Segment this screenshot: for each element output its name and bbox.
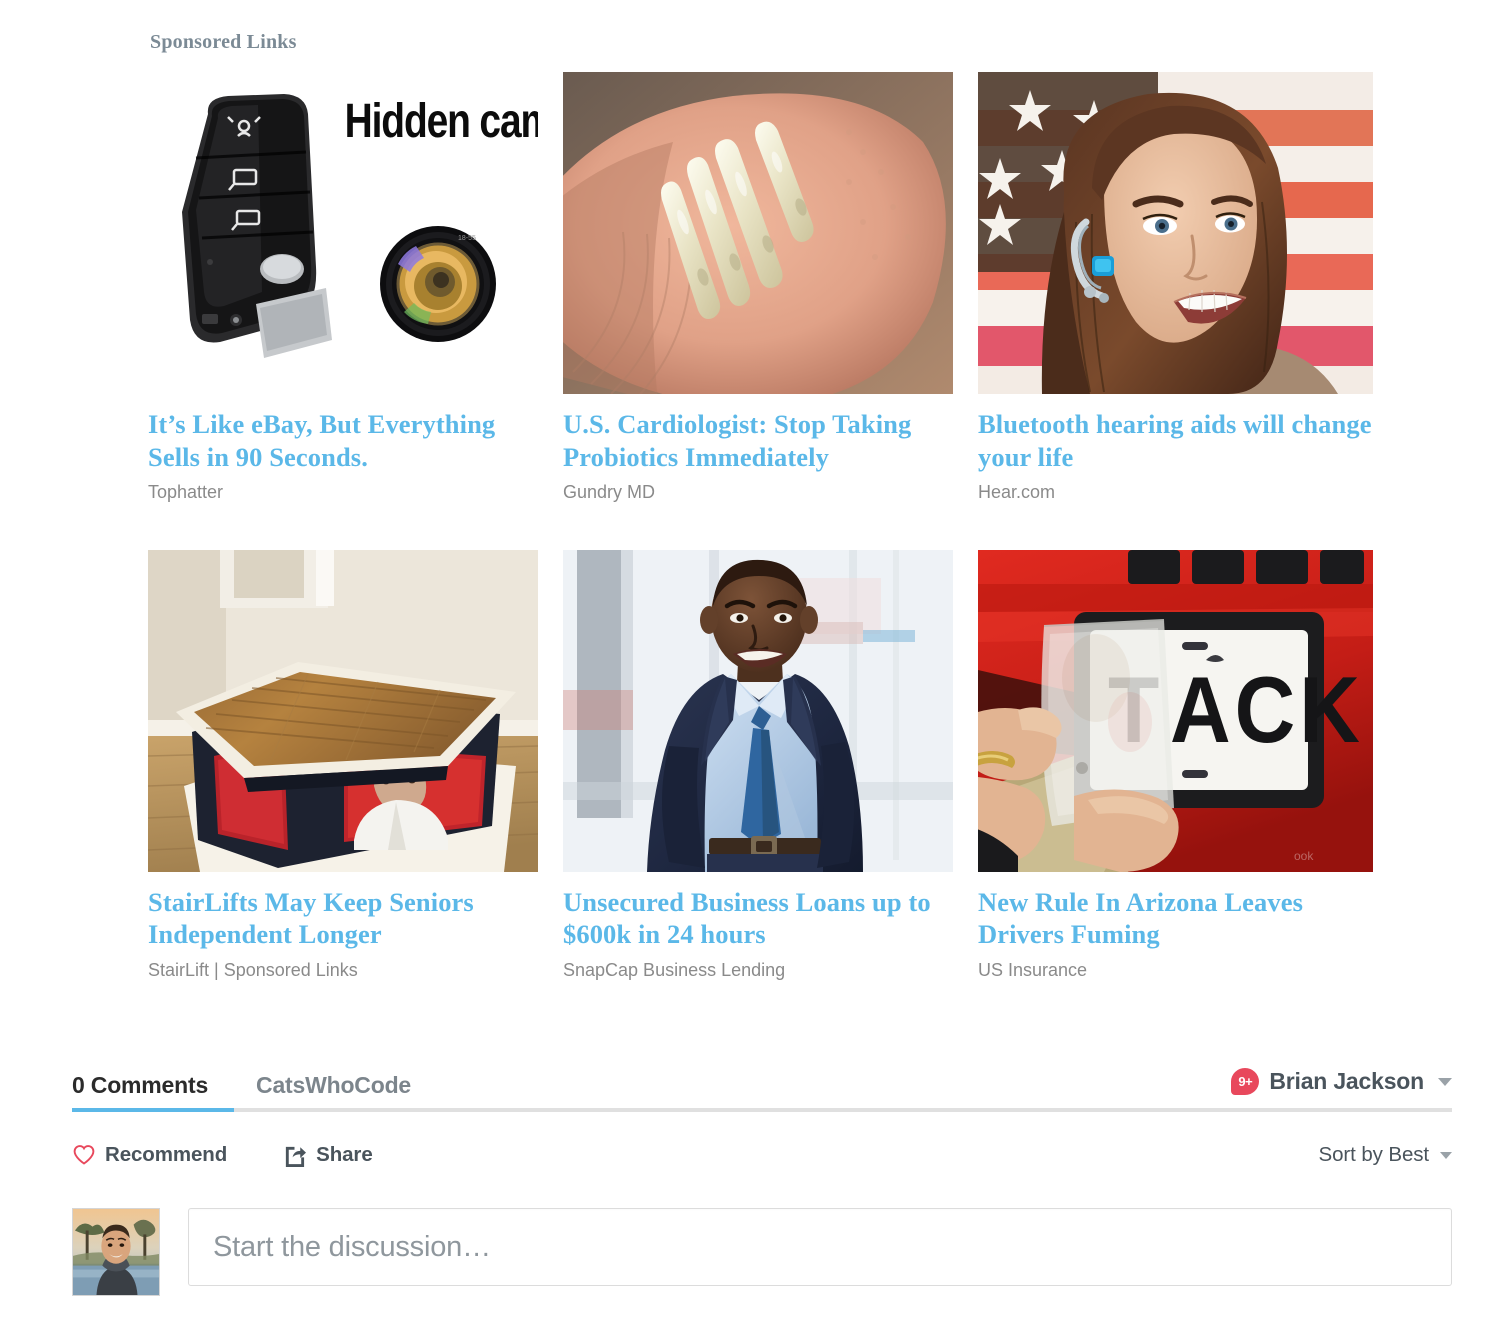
- license-plate-photo: T ACK: [978, 549, 1373, 872]
- ad-thumbnail-license-plate: T ACK: [978, 549, 1373, 872]
- avatar-photo: [73, 1209, 159, 1295]
- ad-title: Unsecured Business Loans up to $600k in …: [563, 886, 931, 950]
- chevron-down-icon: [1440, 1151, 1452, 1159]
- ad-thumbnail-stairlift: [148, 549, 538, 872]
- disqus-tab-bar: 0 Comments CatsWhoCode 9+ Brian Jackson: [72, 1050, 1452, 1112]
- sponsored-ad-card[interactable]: U.S. Cardiologist: Stop Taking Probiotic…: [563, 72, 953, 504]
- businessman-photo: [563, 549, 953, 872]
- ad-brand: US Insurance: [978, 959, 1088, 980]
- ad-thumbnail-probiotics: [563, 72, 953, 394]
- sponsored-ad-card[interactable]: StairLifts May Keep Seniors Independent …: [148, 549, 538, 982]
- svg-text:ACK: ACK: [1170, 656, 1364, 761]
- sponsored-links-widget: Sponsored Links Hidden ca 18-55 It’s Lik…: [148, 0, 1395, 982]
- ad-brand: Gundry MD: [563, 482, 656, 503]
- ad-title: U.S. Cardiologist: Stop Taking Probiotic…: [563, 409, 912, 472]
- disqus-user-menu[interactable]: 9+ Brian Jackson: [1231, 1068, 1452, 1095]
- recommend-button[interactable]: Recommend: [72, 1143, 227, 1167]
- disqus-action-bar: Recommend Share Sort by Best: [72, 1124, 1452, 1186]
- sponsored-links-heading: Sponsored Links: [150, 31, 297, 53]
- sponsored-ads-grid: Hidden camera: [148, 72, 1395, 982]
- notification-badge-icon: 9+: [1231, 1068, 1260, 1095]
- share-icon: [286, 1146, 307, 1167]
- hidden-camera-illustration: Hidden camera: [148, 72, 538, 394]
- svg-text:ook: ook: [1294, 849, 1314, 863]
- comment-compose-row: Start the discussion…: [72, 1208, 1452, 1296]
- ad-title: It’s Like eBay, But Everything Sells in …: [148, 409, 496, 472]
- svg-text:Hidden camera: Hidden camera: [345, 94, 538, 148]
- ad-title: Bluetooth hearing aids will change your …: [978, 409, 1372, 472]
- share-button[interactable]: Share: [283, 1143, 373, 1167]
- ad-brand: Tophatter: [148, 482, 224, 503]
- notification-badge-count: 9+: [1238, 1074, 1253, 1089]
- sort-by-dropdown[interactable]: Sort by Best: [1319, 1143, 1452, 1167]
- ad-title: New Rule In Arizona Leaves Drivers Fumin…: [978, 886, 1303, 950]
- ad-brand: SnapCap Business Lending: [563, 959, 786, 980]
- sponsored-ad-card[interactable]: Unsecured Business Loans up to $600k in …: [563, 549, 953, 982]
- recommend-label: Recommend: [105, 1143, 228, 1166]
- sponsored-ad-card[interactable]: Hidden camera: [148, 72, 538, 504]
- sort-by-label: Sort by Best: [1318, 1143, 1430, 1166]
- comment-input[interactable]: Start the discussion…: [188, 1208, 1452, 1286]
- svg-text:18-55: 18-55: [458, 235, 476, 242]
- comment-input-placeholder: Start the discussion…: [213, 1230, 491, 1263]
- tab-underline: [72, 1108, 1452, 1112]
- disqus-username: Brian Jackson: [1269, 1068, 1424, 1094]
- ad-thumbnail-hearing-aid: [978, 72, 1373, 394]
- disqus-comments-section: 0 Comments CatsWhoCode 9+ Brian Jackson …: [72, 1050, 1452, 1296]
- tab-site-name[interactable]: CatsWhoCode: [256, 1050, 411, 1099]
- avatar[interactable]: [72, 1208, 160, 1296]
- heart-icon: [73, 1145, 95, 1165]
- stairlift-photo: [148, 549, 538, 872]
- ad-thumbnail-hidden-camera: Hidden camera: [148, 72, 538, 394]
- woman-hearing-aid-photo: [978, 72, 1373, 394]
- tab-comments[interactable]: 0 Comments: [72, 1050, 208, 1099]
- share-label: Share: [316, 1143, 373, 1166]
- ad-thumbnail-business-loans: [563, 549, 953, 872]
- chevron-down-icon: [1438, 1077, 1452, 1086]
- ad-brand: Hear.com: [978, 482, 1056, 503]
- ad-title: StairLifts May Keep Seniors Independent …: [148, 886, 474, 950]
- sponsored-ad-card[interactable]: Bluetooth hearing aids will change your …: [978, 72, 1373, 504]
- fingertip-grains-photo: [563, 72, 953, 394]
- ad-brand: StairLift | Sponsored Links: [148, 959, 358, 980]
- sponsored-ad-card[interactable]: T ACK: [978, 549, 1373, 982]
